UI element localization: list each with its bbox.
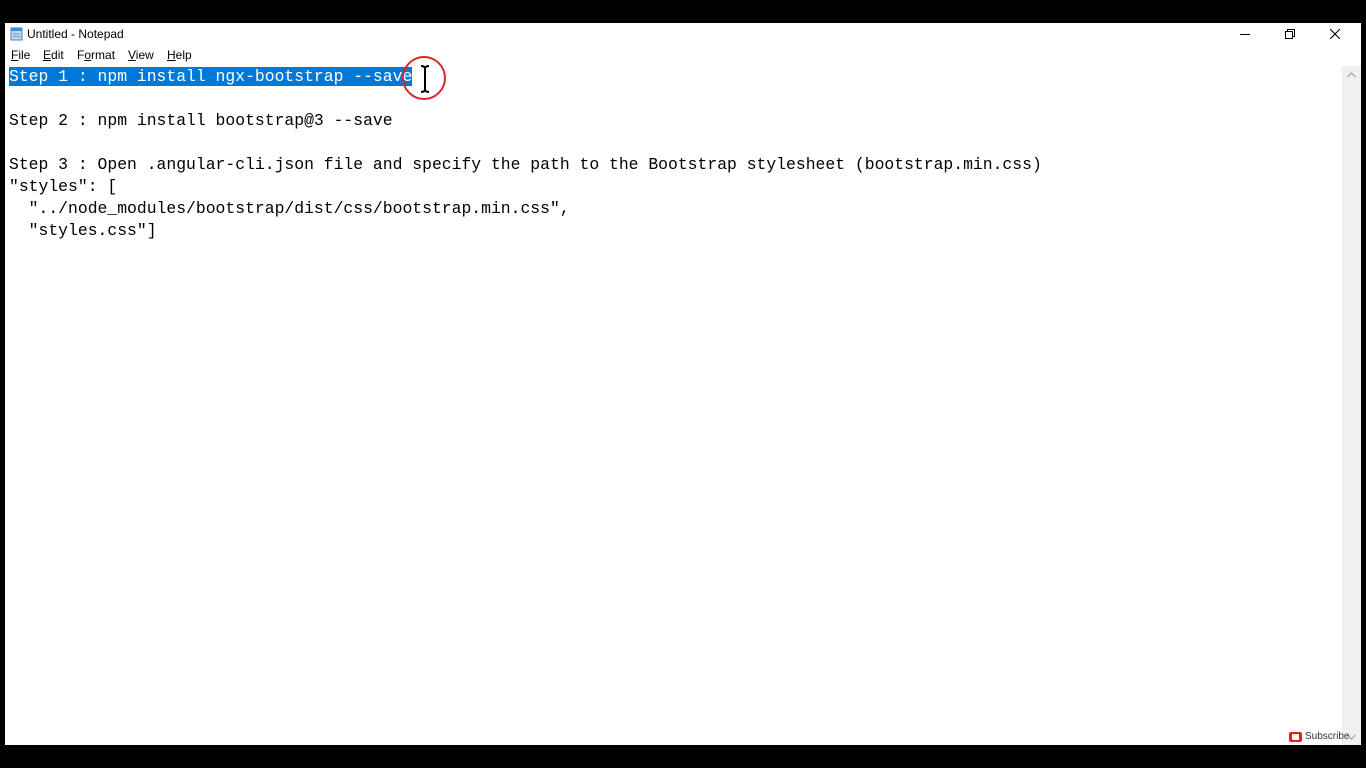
close-icon [1330, 29, 1340, 39]
menu-format[interactable]: Format [77, 48, 115, 62]
notepad-icon [10, 27, 23, 41]
subscribe-button[interactable]: Subscribe [1289, 731, 1349, 742]
menu-bar: File Edit Format View Help [5, 46, 1361, 65]
text-cursor-icon [420, 64, 430, 94]
subscribe-label: Subscribe [1305, 731, 1350, 742]
chevron-up-icon [1347, 71, 1356, 77]
menu-edit-accel: E [43, 48, 52, 62]
editor-line-6: "styles": [ [9, 177, 118, 196]
close-button[interactable] [1312, 23, 1358, 45]
menu-view-label: iew [135, 48, 154, 62]
editor-line-8: "styles.css"] [9, 221, 157, 240]
vertical-scrollbar[interactable] [1342, 66, 1361, 745]
notepad-window: Untitled - Notepad File Edit Format View… [5, 23, 1361, 745]
window-title: Untitled - Notepad [27, 27, 124, 41]
selected-text: Step 1 : npm install ngx-bootstrap --sav… [9, 67, 413, 86]
editor-line-1: Step 1 : npm install ngx-bootstrap --sav… [9, 66, 413, 88]
scroll-up-button[interactable] [1342, 66, 1361, 83]
menu-file-label: ile [18, 48, 31, 62]
menu-edit[interactable]: Edit [43, 48, 64, 62]
menu-view[interactable]: View [128, 48, 154, 62]
restore-icon [1285, 29, 1295, 39]
menu-help-accel: H [167, 48, 176, 62]
minimize-button[interactable] [1222, 23, 1268, 45]
menu-help[interactable]: Help [167, 48, 192, 62]
editor-line-5: Step 3 : Open .angular-cli.json file and… [9, 155, 1042, 174]
title-bar[interactable]: Untitled - Notepad [5, 23, 1361, 45]
menu-file[interactable]: File [11, 48, 30, 62]
restore-button[interactable] [1267, 23, 1313, 45]
menu-format-label: rmat [91, 48, 116, 62]
text-editor[interactable]: Step 1 : npm install ngx-bootstrap --sav… [5, 66, 1342, 745]
menu-view-accel: V [128, 48, 136, 62]
menu-edit-label: dit [51, 48, 64, 62]
menu-help-label: elp [175, 48, 192, 62]
editor-line-3: Step 2 : npm install bootstrap@3 --save [9, 111, 393, 130]
youtube-icon [1289, 731, 1302, 742]
editor-line-7: "../node_modules/bootstrap/dist/css/boot… [9, 199, 570, 218]
minimize-icon [1240, 34, 1250, 35]
